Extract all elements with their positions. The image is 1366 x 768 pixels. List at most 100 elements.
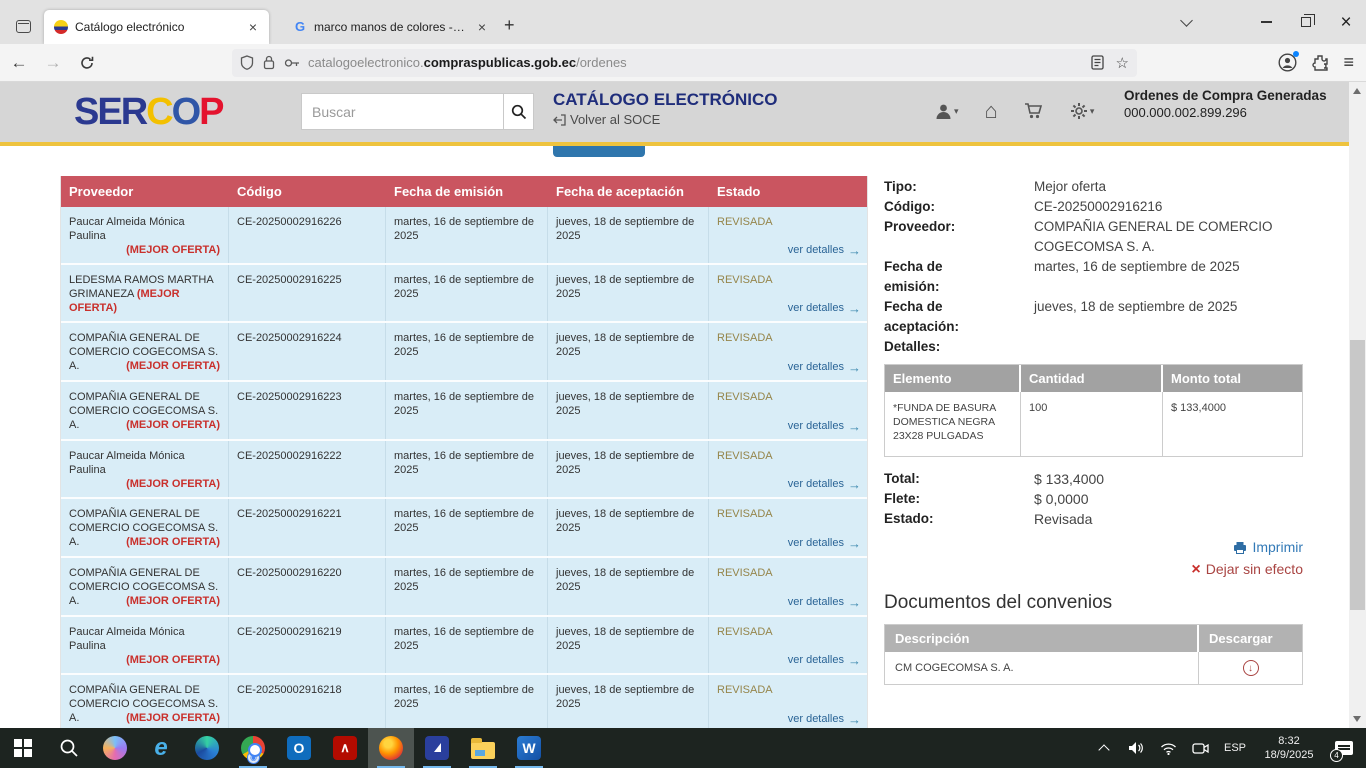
ver-detalles-link[interactable]: ver detalles→: [788, 653, 861, 667]
search-input[interactable]: [302, 94, 503, 129]
copilot-button[interactable]: [92, 728, 138, 768]
site-search: [301, 93, 534, 130]
best-offer-badge: (MEJOR OFERTA): [69, 711, 220, 725]
field-label: Fecha de emisión:: [884, 257, 1034, 297]
minimize-button[interactable]: [1246, 2, 1286, 42]
file-explorer-icon: [471, 742, 495, 759]
forward-button[interactable]: →: [38, 49, 68, 77]
search-button[interactable]: [503, 94, 533, 129]
shield-icon[interactable]: [240, 55, 254, 70]
chrome-button[interactable]: ◉: [230, 728, 276, 768]
file-explorer-button[interactable]: [460, 728, 506, 768]
account-notification-dot: [1293, 51, 1299, 57]
imprimir-link[interactable]: Imprimir: [1233, 537, 1303, 558]
order-code: CE-20250002916224: [229, 323, 386, 380]
issue-date: martes, 16 de septiembre de 2025: [386, 675, 548, 728]
key-icon[interactable]: [284, 58, 300, 68]
issue-date: martes, 16 de septiembre de 2025: [386, 323, 548, 380]
ver-detalles-link[interactable]: ver detalles→: [788, 595, 861, 609]
bookmark-star-icon[interactable]: ☆: [1116, 54, 1129, 72]
clipped-blue-button[interactable]: [553, 146, 645, 157]
arrow-right-icon: →: [848, 362, 861, 373]
cart-button[interactable]: [1024, 102, 1044, 120]
address-bar[interactable]: catalogoelectronico.compraspublicas.gob.…: [232, 49, 1137, 77]
tab-catalogo[interactable]: Catálogo electrónico ×: [44, 10, 269, 44]
document-description: CM COGECOMSA S. A.: [885, 652, 1199, 684]
tab-google-search[interactable]: G marco manos de colores - Busca ×: [283, 10, 498, 44]
item-quantity: 100: [1021, 392, 1163, 456]
ver-detalles-link[interactable]: ver detalles→: [788, 712, 861, 726]
account-icon[interactable]: [1278, 53, 1297, 72]
network-button[interactable]: [1154, 728, 1182, 768]
scroll-up-icon[interactable]: [1353, 88, 1361, 94]
reload-button[interactable]: [72, 49, 102, 77]
notification-center-button[interactable]: 4: [1326, 728, 1362, 768]
ver-detalles-link[interactable]: ver detalles→: [788, 477, 861, 491]
ver-detalles-link[interactable]: ver detalles→: [788, 301, 861, 315]
camera-icon: [1192, 742, 1209, 755]
menu-hamburger-icon[interactable]: ≡: [1343, 52, 1354, 73]
restore-button[interactable]: [1286, 2, 1326, 42]
table-row: COMPAÑIA GENERAL DE COMERCIO COGECOMSA S…: [61, 499, 867, 558]
status-text: REVISADA: [717, 625, 861, 639]
sercop-logo[interactable]: SERCOP: [74, 90, 223, 134]
internet-explorer-button[interactable]: e: [138, 728, 184, 768]
accept-date: jueves, 18 de septiembre de 2025: [548, 675, 709, 728]
scrollbar-thumb[interactable]: [1350, 340, 1365, 610]
page-scrollbar[interactable]: [1349, 82, 1366, 728]
close-window-button[interactable]: ×: [1326, 2, 1366, 42]
firefox-view-icon[interactable]: [8, 13, 38, 39]
search-icon: [59, 738, 79, 758]
download-icon[interactable]: ↓: [1243, 660, 1259, 676]
tab-close-icon[interactable]: ×: [247, 20, 259, 34]
word-button[interactable]: W: [506, 728, 552, 768]
tab-close-icon[interactable]: ×: [476, 20, 488, 34]
acrobat-icon: ∧: [333, 736, 357, 760]
status-text: REVISADA: [717, 683, 861, 697]
start-button[interactable]: [0, 728, 46, 768]
acrobat-button[interactable]: ∧: [322, 728, 368, 768]
accept-date: jueves, 18 de septiembre de 2025: [548, 382, 709, 439]
ver-detalles-link[interactable]: ver detalles→: [788, 360, 861, 374]
lock-icon[interactable]: [263, 55, 275, 70]
firefox-button[interactable]: [368, 728, 414, 768]
reader-view-icon[interactable]: [1091, 55, 1104, 70]
tray-expand-button[interactable]: [1090, 728, 1118, 768]
issue-date: martes, 16 de septiembre de 2025: [386, 499, 548, 556]
extensions-puzzle-icon[interactable]: [1311, 54, 1329, 72]
order-code: CE-20250002916218: [229, 675, 386, 728]
orders-table: Proveedor Código Fecha de emisión Fecha …: [60, 176, 868, 728]
ecuador-favicon-icon: [54, 20, 68, 34]
issue-date: martes, 16 de septiembre de 2025: [386, 441, 548, 497]
outlook-button[interactable]: O: [276, 728, 322, 768]
back-button[interactable]: ←: [4, 49, 34, 77]
dejar-sin-efecto-link[interactable]: × Dejar sin efecto: [1191, 559, 1303, 580]
field-label: Tipo:: [884, 177, 1034, 197]
scroll-down-icon[interactable]: [1353, 716, 1361, 722]
tab-list-chevron-icon[interactable]: [1166, 2, 1206, 42]
scanner-app-icon: [425, 736, 449, 760]
volver-al-soce-link[interactable]: Volver al SOCE: [553, 112, 660, 127]
arrow-right-icon: →: [848, 597, 861, 608]
total-label: Total:: [884, 469, 1034, 489]
settings-menu-button[interactable]: ▾: [1070, 102, 1095, 120]
page-title: CATÁLOGO ELECTRÓNICO: [553, 90, 777, 110]
scanner-app-button[interactable]: [414, 728, 460, 768]
provider-name: Paucar Almeida Mónica Paulina: [69, 215, 220, 243]
ver-detalles-link[interactable]: ver detalles→: [788, 419, 861, 433]
ver-detalles-link[interactable]: ver detalles→: [788, 536, 861, 550]
language-indicator[interactable]: ESP: [1218, 742, 1252, 754]
field-value: [1034, 337, 1303, 357]
volume-button[interactable]: [1122, 728, 1150, 768]
edge-button[interactable]: [184, 728, 230, 768]
user-menu-button[interactable]: ▾: [935, 103, 959, 120]
exit-hand-icon: [553, 114, 566, 126]
firefox-icon: [379, 736, 403, 760]
home-button[interactable]: ⌂: [985, 100, 998, 122]
taskbar-search-button[interactable]: [46, 728, 92, 768]
meet-now-button[interactable]: [1186, 728, 1214, 768]
ver-detalles-link[interactable]: ver detalles→: [788, 243, 861, 257]
provider-name: Paucar Almeida Mónica Paulina: [69, 625, 220, 653]
clock[interactable]: 8:32 18/9/2025: [1256, 734, 1322, 762]
new-tab-button[interactable]: +: [504, 15, 515, 36]
